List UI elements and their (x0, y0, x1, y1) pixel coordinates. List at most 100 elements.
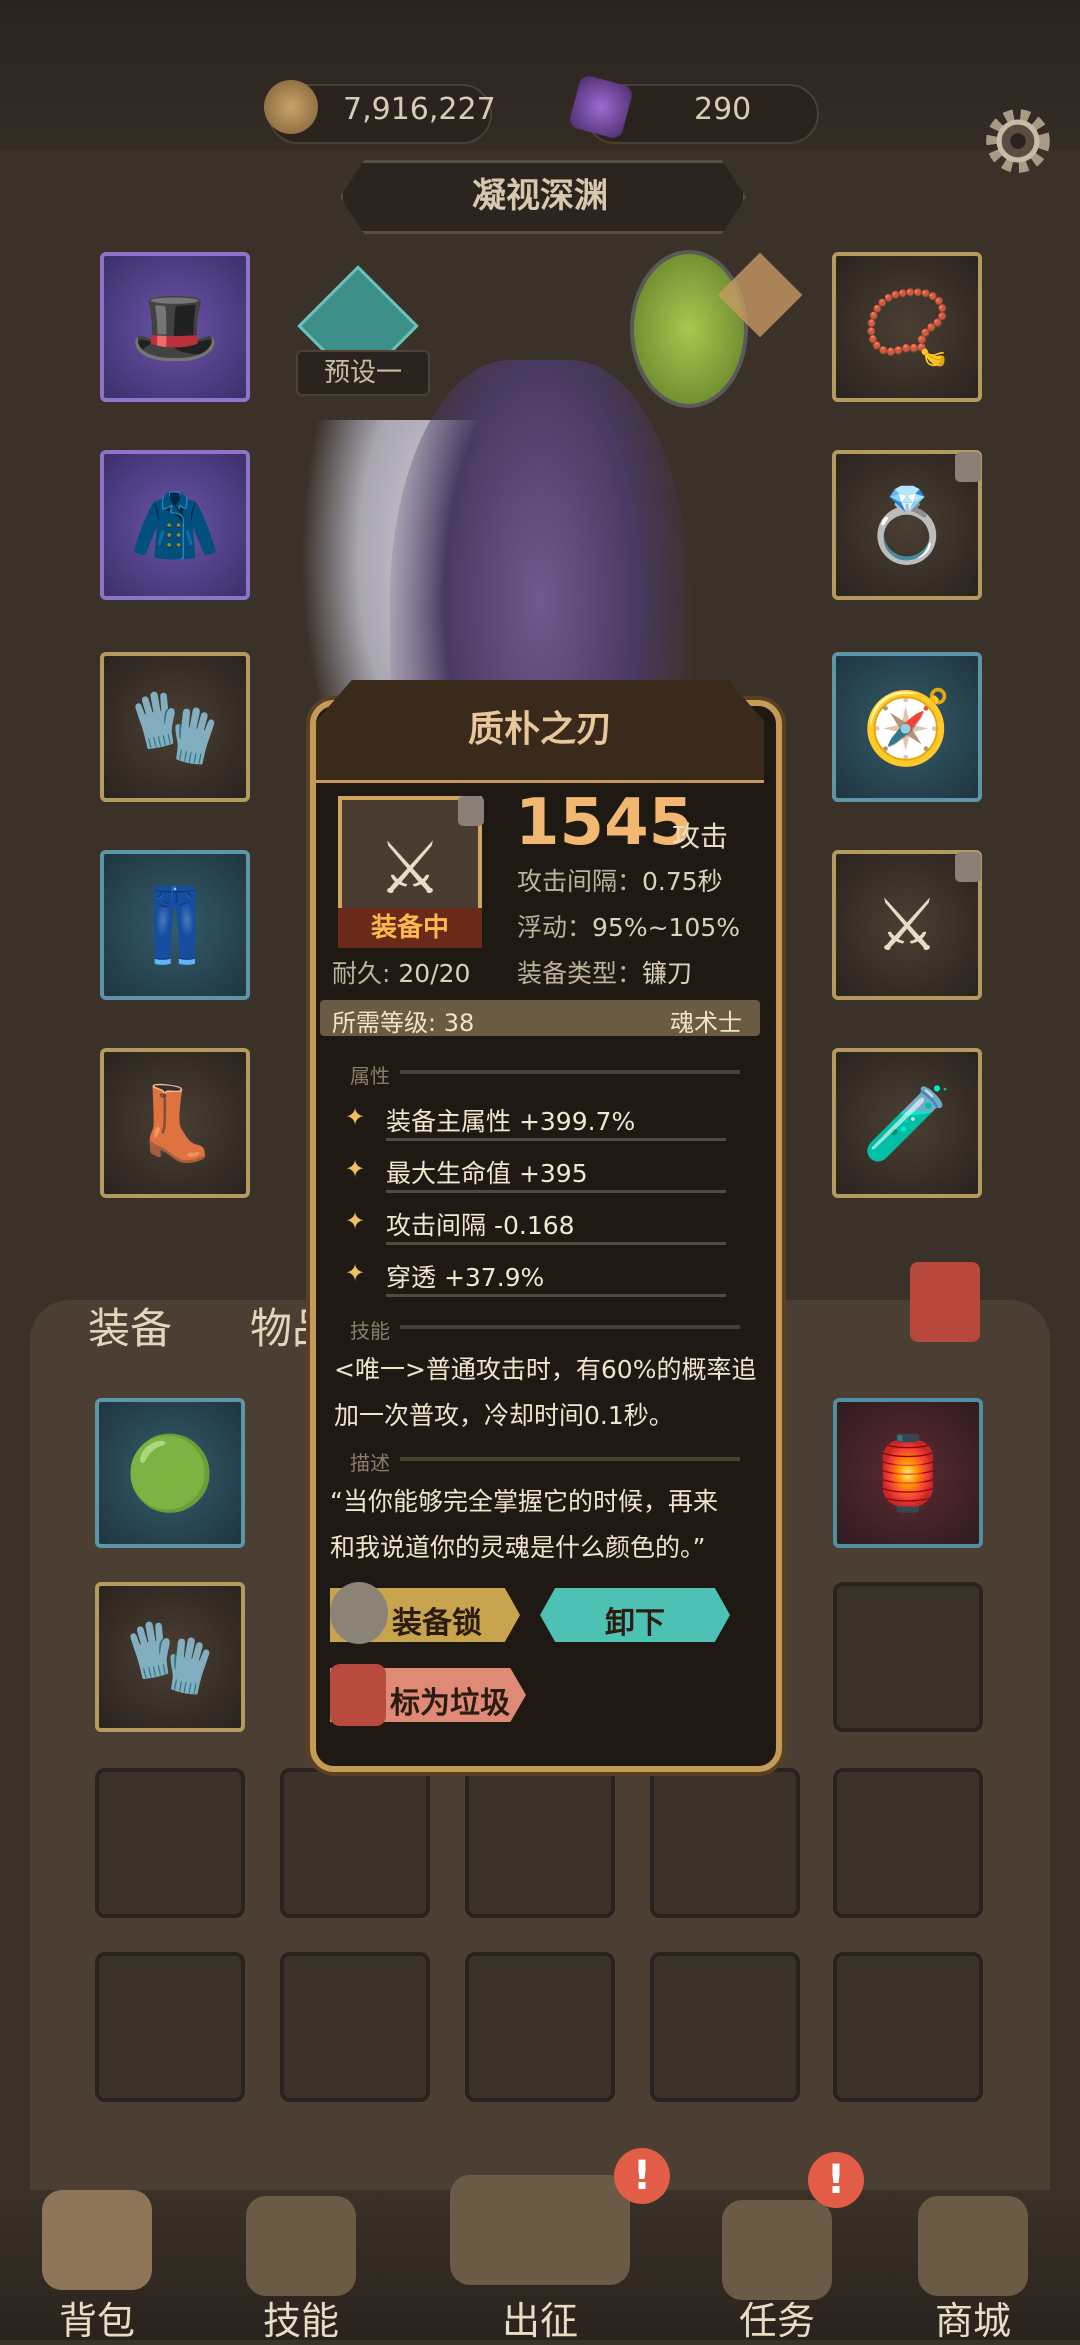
divider (386, 1294, 726, 1297)
orb-icon: 🟢 (125, 1430, 215, 1515)
page-title: 凝视深渊 (472, 176, 608, 216)
boots-icon: 👢 (130, 1080, 220, 1165)
amulet-icon: 📿 (862, 284, 952, 369)
attribute-4: 穿透 +37.9% (386, 1263, 545, 1292)
bag-slot-empty[interactable] (650, 1768, 800, 1918)
stat-value: 镰刀 (642, 959, 693, 988)
divider (386, 1138, 726, 1141)
stat-label: 攻击间隔： (517, 867, 643, 896)
equip-slot-amulet[interactable]: 📿 (832, 252, 982, 402)
durability: 耐久: 20/20 (332, 954, 470, 990)
desc-line-1: “当你能够完全掌握它的时候，再来 (330, 1487, 718, 1516)
equip-slot-potion[interactable]: 🧪 (832, 1048, 982, 1198)
equip-slot-hat[interactable]: 🎩 (100, 252, 250, 402)
lock-icon (955, 452, 981, 482)
bag-slot-empty[interactable] (280, 1768, 430, 1918)
equip-slot-pants[interactable]: 👖 (100, 850, 250, 1000)
desc-line-2: 和我说道你的灵魂是什么颜色的。” (330, 1533, 706, 1562)
stat-label: 装备类型： (517, 959, 643, 988)
bag-slot-empty[interactable] (833, 1952, 983, 2102)
top-bar (0, 0, 1080, 150)
stat-type: 装备类型：镰刀 (517, 954, 692, 990)
stat-attack-interval: 攻击间隔：0.75秒 (517, 862, 723, 898)
compass-icon: 🧭 (862, 684, 952, 769)
potion-flask-icon (630, 250, 748, 408)
alert-badge-icon: ! (614, 2148, 670, 2204)
equip-slot-gloves[interactable]: 🧤 (100, 652, 250, 802)
bag-slot-empty[interactable] (833, 1582, 983, 1732)
stat-value: 0.75秒 (642, 867, 723, 896)
attack-unit: 攻击 (672, 820, 729, 853)
divider (400, 1070, 740, 1074)
potion-icon: 🧪 (862, 1080, 952, 1165)
gem-amount: 290 (694, 92, 752, 127)
backpack-icon[interactable] (42, 2190, 152, 2290)
tab-equipment[interactable]: 装备 (88, 1295, 172, 1356)
bag-slot-empty[interactable] (650, 1952, 800, 2102)
bag-slot[interactable]: 🏮 (833, 1398, 983, 1548)
glove-icon: 🧤 (130, 684, 220, 769)
bag-slot-empty[interactable] (280, 1952, 430, 2102)
divider (400, 1325, 740, 1329)
settings-gear-icon[interactable] (975, 98, 1061, 184)
glove-icon: 🧤 (125, 1614, 215, 1699)
nav-skills[interactable]: 技能 (226, 2290, 376, 2345)
durability-label: 耐久: (332, 959, 391, 988)
nav-shop[interactable]: 商城 (898, 2290, 1048, 2345)
nav-expedition[interactable]: 出征 (465, 2290, 615, 2345)
nav-quests[interactable]: 任务 (702, 2290, 852, 2345)
hat-icon: 🎩 (130, 284, 220, 369)
attribute-2: 最大生命值 +395 (386, 1159, 588, 1188)
trash-icon[interactable] (910, 1262, 980, 1342)
bag-slot[interactable]: 🟢 (95, 1398, 245, 1548)
skill-text-line-2: 加一次普攻，冷却时间0.1秒。 (334, 1401, 674, 1430)
star-icon: ✦ (345, 1207, 366, 1235)
star-icon: ✦ (345, 1155, 366, 1183)
section-skill: 技能 (350, 1319, 390, 1343)
gold-amount: 7,916,227 (343, 92, 496, 127)
unequip-label: 卸下 (605, 1606, 665, 1641)
divider (386, 1242, 726, 1245)
pants-icon: 👖 (130, 882, 220, 967)
equip-slot-relic[interactable]: 🧭 (832, 652, 982, 802)
mark-junk-label: 标为垃圾 (390, 1686, 510, 1721)
divider (386, 1190, 726, 1193)
equipped-tag: 装备中 (338, 908, 482, 948)
stat-value: 95%~105% (592, 913, 741, 942)
attribute-1: 装备主属性 +399.7% (386, 1107, 636, 1136)
quest-scroll-icon[interactable] (722, 2200, 832, 2300)
bag-slot-empty[interactable] (465, 1952, 615, 2102)
required-level-value: 38 (443, 1009, 475, 1037)
trash-icon (330, 1664, 386, 1726)
equipment-lock-label: 装备锁 (392, 1606, 482, 1641)
bag-slot[interactable]: 🧤 (95, 1582, 245, 1732)
expedition-icon[interactable] (450, 2175, 630, 2285)
gold-coin-icon (264, 80, 318, 134)
section-description: 描述 (350, 1451, 390, 1475)
bag-slot-empty[interactable] (465, 1768, 615, 1918)
cloak-icon: 🧥 (130, 482, 220, 567)
bag-slot-empty[interactable] (95, 1768, 245, 1918)
attribute-3: 攻击间隔 -0.168 (386, 1211, 575, 1240)
bag-slot-empty[interactable] (95, 1952, 245, 2102)
nav-backpack[interactable]: 背包 (22, 2290, 172, 2345)
required-level-label: 所需等级: (332, 1009, 437, 1037)
lock-icon (458, 796, 484, 826)
skill-text-line-1: <唯一>普通攻击时，有60%的概率追 (334, 1355, 757, 1384)
star-icon: ✦ (345, 1259, 366, 1287)
class-name: 魂术士 (670, 1009, 742, 1037)
skill-book-icon[interactable] (246, 2196, 356, 2296)
shop-crown-icon[interactable] (918, 2196, 1028, 2296)
alert-badge-icon: ! (808, 2152, 864, 2208)
attack-value: 1545 (515, 786, 694, 860)
equip-slot-boots[interactable]: 👢 (100, 1048, 250, 1198)
preset-label[interactable]: 预设一 (296, 350, 430, 396)
section-attributes: 属性 (350, 1064, 390, 1088)
stat-label: 浮动： (517, 913, 593, 942)
lock-icon (955, 852, 981, 882)
required-level: 所需等级: 38 (332, 1003, 474, 1038)
bag-slot-empty[interactable] (833, 1768, 983, 1918)
equip-slot-cloak[interactable]: 🧥 (100, 450, 250, 600)
durability-value: 20/20 (398, 959, 471, 988)
item-name: 质朴之刃 (467, 709, 612, 750)
